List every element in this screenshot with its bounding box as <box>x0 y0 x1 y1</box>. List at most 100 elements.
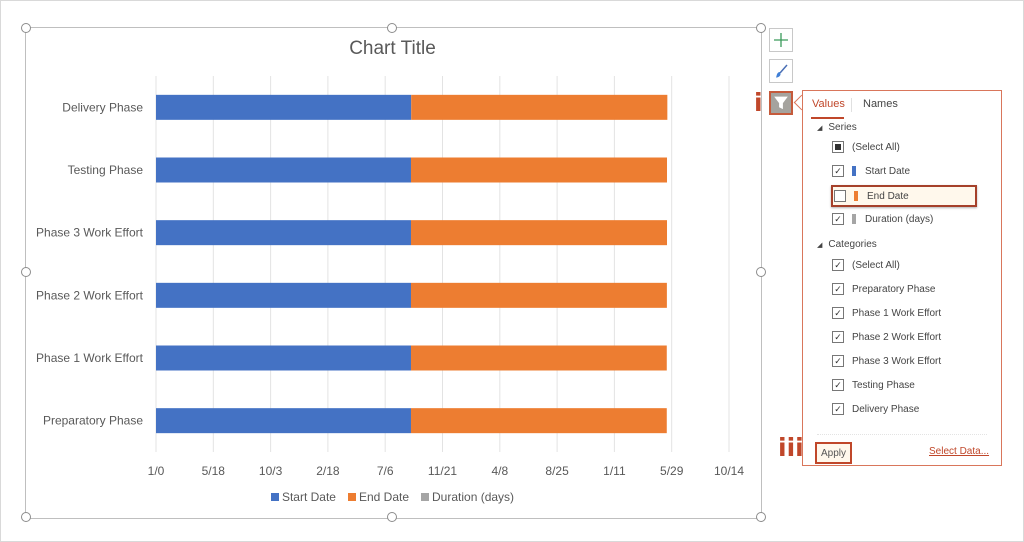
chart-plot: 1/0 5/18 10/3 2/18 7/6 11/21 4/8 8/25 1/11 5/29 10… <box>36 76 744 478</box>
checkbox-checked[interactable]: ✓ <box>832 259 844 271</box>
series-color-swatch <box>852 166 856 176</box>
panel-divider <box>817 434 987 436</box>
categories-heading: Categories <box>828 239 877 250</box>
bar-start-date[interactable] <box>156 220 411 246</box>
checkbox-checked[interactable]: ✓ <box>832 213 844 225</box>
bar-end-date[interactable] <box>410 408 667 434</box>
x-tick-label: 7/6 <box>377 464 394 478</box>
x-tick-label: 10/14 <box>714 464 744 478</box>
y-category-label: Testing Phase <box>68 163 144 177</box>
series-section-header[interactable]: ◢ Series <box>817 122 857 133</box>
category-label: Testing Phase <box>852 379 915 391</box>
series-item-end-date[interactable]: End Date <box>831 185 977 207</box>
annotation-marker-iii: iii <box>778 433 804 462</box>
checkbox-checked[interactable]: ✓ <box>832 379 844 391</box>
y-category-label: Phase 3 Work Effort <box>36 226 144 240</box>
bar-end-date[interactable] <box>410 220 668 246</box>
bar-start-date[interactable] <box>156 345 411 371</box>
legend-label: End Date <box>358 490 410 504</box>
collapse-triangle-icon: ◢ <box>817 125 823 132</box>
chart-filters-button[interactable] <box>769 91 793 115</box>
collapse-triangle-icon: ◢ <box>817 242 823 249</box>
tab-values[interactable]: Values <box>812 98 845 110</box>
resize-handle-bottom-left[interactable] <box>21 512 31 522</box>
annotation-marker-i: i <box>754 88 763 117</box>
category-label: (Select All) <box>852 259 900 271</box>
category-select-all[interactable]: ✓ (Select All) <box>832 257 900 273</box>
tab-names[interactable]: Names <box>863 98 898 110</box>
checkbox-checked[interactable]: ✓ <box>832 355 844 367</box>
category-label: Phase 3 Work Effort <box>852 355 942 367</box>
category-label: Phase 2 Work Effort <box>852 331 942 343</box>
x-tick-label: 5/18 <box>202 464 226 478</box>
bar-start-date[interactable] <box>156 94 412 120</box>
legend-swatch <box>347 493 356 501</box>
checkbox-checked[interactable]: ✓ <box>832 283 844 295</box>
legend-item-end-date[interactable]: End Date <box>347 490 410 504</box>
x-tick-label: 10/3 <box>259 464 283 478</box>
x-tick-label: 5/29 <box>660 464 684 478</box>
chart-legend[interactable]: Start Date End Date Duration (days) <box>0 490 785 504</box>
series-label: Start Date <box>865 165 911 177</box>
category-item[interactable]: ✓ Delivery Phase <box>832 401 919 417</box>
category-item[interactable]: ✓ Phase 2 Work Effort <box>832 329 941 345</box>
legend-item-duration[interactable]: Duration (days) <box>421 490 514 504</box>
chart-styles-button[interactable] <box>769 59 793 83</box>
checkbox-checked[interactable]: ✓ <box>832 403 844 415</box>
categories-section-header[interactable]: ◢ Categories <box>817 239 877 250</box>
category-item[interactable]: ✓ Testing Phase <box>832 377 915 393</box>
category-item[interactable]: ✓ Phase 1 Work Effort <box>832 305 941 321</box>
series-heading: Series <box>828 122 857 133</box>
legend-swatch <box>421 493 430 501</box>
checkbox-partial[interactable] <box>832 141 844 153</box>
series-color-swatch <box>852 214 856 224</box>
category-item[interactable]: ✓ Phase 3 Work Effort <box>832 353 941 369</box>
tab-divider <box>851 98 852 112</box>
apply-button[interactable]: Apply <box>815 442 852 464</box>
series-label: Duration (days) <box>865 213 934 225</box>
series-item-duration[interactable]: ✓ Duration (days) <box>832 211 933 227</box>
x-tick-label: 4/8 <box>491 464 508 478</box>
resize-handle-bottom-right[interactable] <box>756 512 766 522</box>
series-item-start-date[interactable]: ✓ Start Date <box>832 163 910 179</box>
y-category-label: Preparatory Phase <box>43 414 143 428</box>
series-label: (Select All) <box>852 141 900 153</box>
x-tick-label: 1/11 <box>603 464 626 478</box>
legend-item-start-date[interactable]: Start Date <box>270 490 336 504</box>
resize-handle-bottom[interactable] <box>387 512 397 522</box>
legend-label: Duration (days) <box>432 490 515 504</box>
series-label: End Date <box>867 190 909 202</box>
bar-start-date[interactable] <box>156 282 411 308</box>
select-data-link[interactable]: Select Data... <box>929 446 989 457</box>
bar-start-date[interactable] <box>156 408 411 434</box>
x-tick-label: 11/21 <box>428 464 457 478</box>
checkbox-checked[interactable]: ✓ <box>832 307 844 319</box>
chart-elements-button[interactable] <box>769 28 793 52</box>
legend-swatch <box>270 493 279 501</box>
bar-start-date[interactable] <box>156 157 411 183</box>
bar-end-date[interactable] <box>410 282 667 308</box>
paintbrush-icon <box>776 64 788 78</box>
series-color-swatch <box>854 191 858 201</box>
category-item[interactable]: ✓ Preparatory Phase <box>832 281 935 297</box>
y-category-label: Phase 2 Work Effort <box>36 288 144 302</box>
checkbox-unchecked[interactable] <box>834 190 846 202</box>
category-label: Phase 1 Work Effort <box>852 307 942 319</box>
bar-end-date[interactable] <box>411 94 668 120</box>
tab-active-indicator <box>811 117 844 119</box>
bar-end-date[interactable] <box>410 157 668 183</box>
chart-filter-panel: Values Names ◢ Series (Select All) ✓ Star… <box>802 90 1002 466</box>
category-label: Preparatory Phase <box>852 283 936 295</box>
bar-end-date[interactable] <box>410 345 667 371</box>
plus-icon <box>774 33 788 47</box>
funnel-icon <box>774 96 788 110</box>
checkbox-checked[interactable]: ✓ <box>832 331 844 343</box>
x-tick-label: 2/18 <box>316 464 340 478</box>
y-category-label: Delivery Phase <box>62 100 143 114</box>
legend-label: Start Date <box>281 490 336 504</box>
series-select-all[interactable]: (Select All) <box>832 139 900 155</box>
y-category-label: Phase 1 Work Effort <box>36 351 144 365</box>
x-tick-label: 1/0 <box>148 464 165 478</box>
checkbox-checked[interactable]: ✓ <box>832 165 844 177</box>
x-tick-label: 8/25 <box>545 464 569 478</box>
